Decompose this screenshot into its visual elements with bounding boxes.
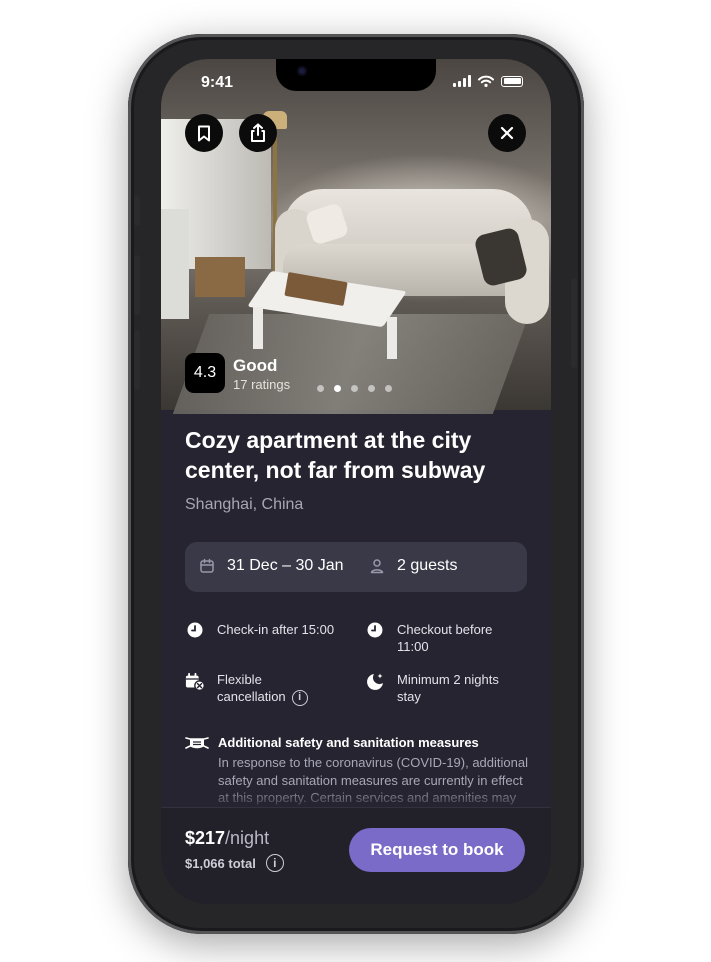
price-info-icon[interactable]: i [265,854,284,872]
guest-count: 2 guests [397,557,458,574]
phone-volume-down [134,330,140,390]
face-mask-icon [185,737,209,749]
booking-summary-bar: 31 Dec – 30 Jan 2 guests [185,542,527,592]
close-button[interactable] [488,114,526,152]
safety-title: Additional safety and sanitation measure… [218,735,479,750]
status-bar: 9:41 [161,59,551,107]
calendar-icon [200,558,214,573]
clock-icon [367,622,383,638]
date-range: 31 Dec – 30 Jan [227,557,344,574]
price-amount: $217 [185,828,226,848]
checkout-text-line1: Checkout before [397,622,493,637]
wifi-icon [478,75,494,87]
rating-score-badge: 4.3 [185,353,225,393]
minimum-stay-info: Minimum 2 nights stay [365,671,499,705]
carousel-dot[interactable] [317,385,324,392]
listing-location: Shanghai, China [185,496,304,513]
rating-label: Good [233,356,278,375]
close-icon [500,126,514,140]
carousel-dot[interactable] [385,385,392,392]
cancellation-info: Flexible cancellation i [185,671,308,706]
checkin-info: Check-in after 15:00 [185,621,334,638]
carousel-dots [317,385,392,392]
carousel-dot[interactable] [368,385,375,392]
person-icon [370,559,384,574]
price-total-text: $1,066 total [185,855,256,871]
front-camera [297,66,307,76]
cancellation-text-line2: cancellation [217,689,286,704]
photo-rug [172,314,530,414]
date-selector[interactable]: 31 Dec – 30 Jan [199,557,344,575]
minimum-stay-text-line1: Minimum 2 nights [397,672,499,687]
checkin-text: Check-in after 15:00 [217,622,335,637]
carousel-dot[interactable] [351,385,358,392]
clock-icon [187,622,203,638]
status-time: 9:41 [201,74,234,91]
price-total: $1,066 total i [185,854,284,872]
system-icons [453,75,523,87]
calendar-cancel-icon [185,672,205,692]
cancellation-info-icon[interactable]: i [291,689,308,706]
photo-shelf [161,209,189,319]
checkout-text-line2: 11:00 [397,639,429,654]
share-icon [251,123,265,142]
checkout-info: Checkout before 11:00 [365,621,492,655]
request-to-book-button[interactable]: Request to book [349,828,525,872]
photo-table-leg [253,307,263,349]
booking-footer: $217/night $1,066 total i Request to book [161,807,551,904]
rating-count[interactable]: 17 ratings [233,377,290,392]
price-unit: /night [225,828,270,848]
cancellation-text-line1: Flexible [217,672,262,687]
battery-icon [501,75,523,87]
listing-title: Cozy apartment at the city center, not f… [185,427,486,483]
bookmark-icon [198,125,210,141]
phone-power-button [571,278,577,368]
share-button[interactable] [239,114,277,152]
carousel-dot[interactable] [334,385,341,392]
photo-crate [195,257,245,297]
minimum-stay-text-line2: stay [397,689,421,704]
photo-table-leg [387,317,397,359]
moon-stars-icon [367,673,383,690]
bookmark-button[interactable] [185,114,223,152]
guest-selector[interactable]: 2 guests [369,557,457,575]
cellular-signal-icon [453,75,471,87]
price-per-night: $217/night [185,828,269,849]
phone-volume-up [134,255,140,315]
app-screen: 9:41 4.3 Good 17 ratings Cozy apartment … [161,59,551,904]
phone-silent-switch [134,196,140,226]
